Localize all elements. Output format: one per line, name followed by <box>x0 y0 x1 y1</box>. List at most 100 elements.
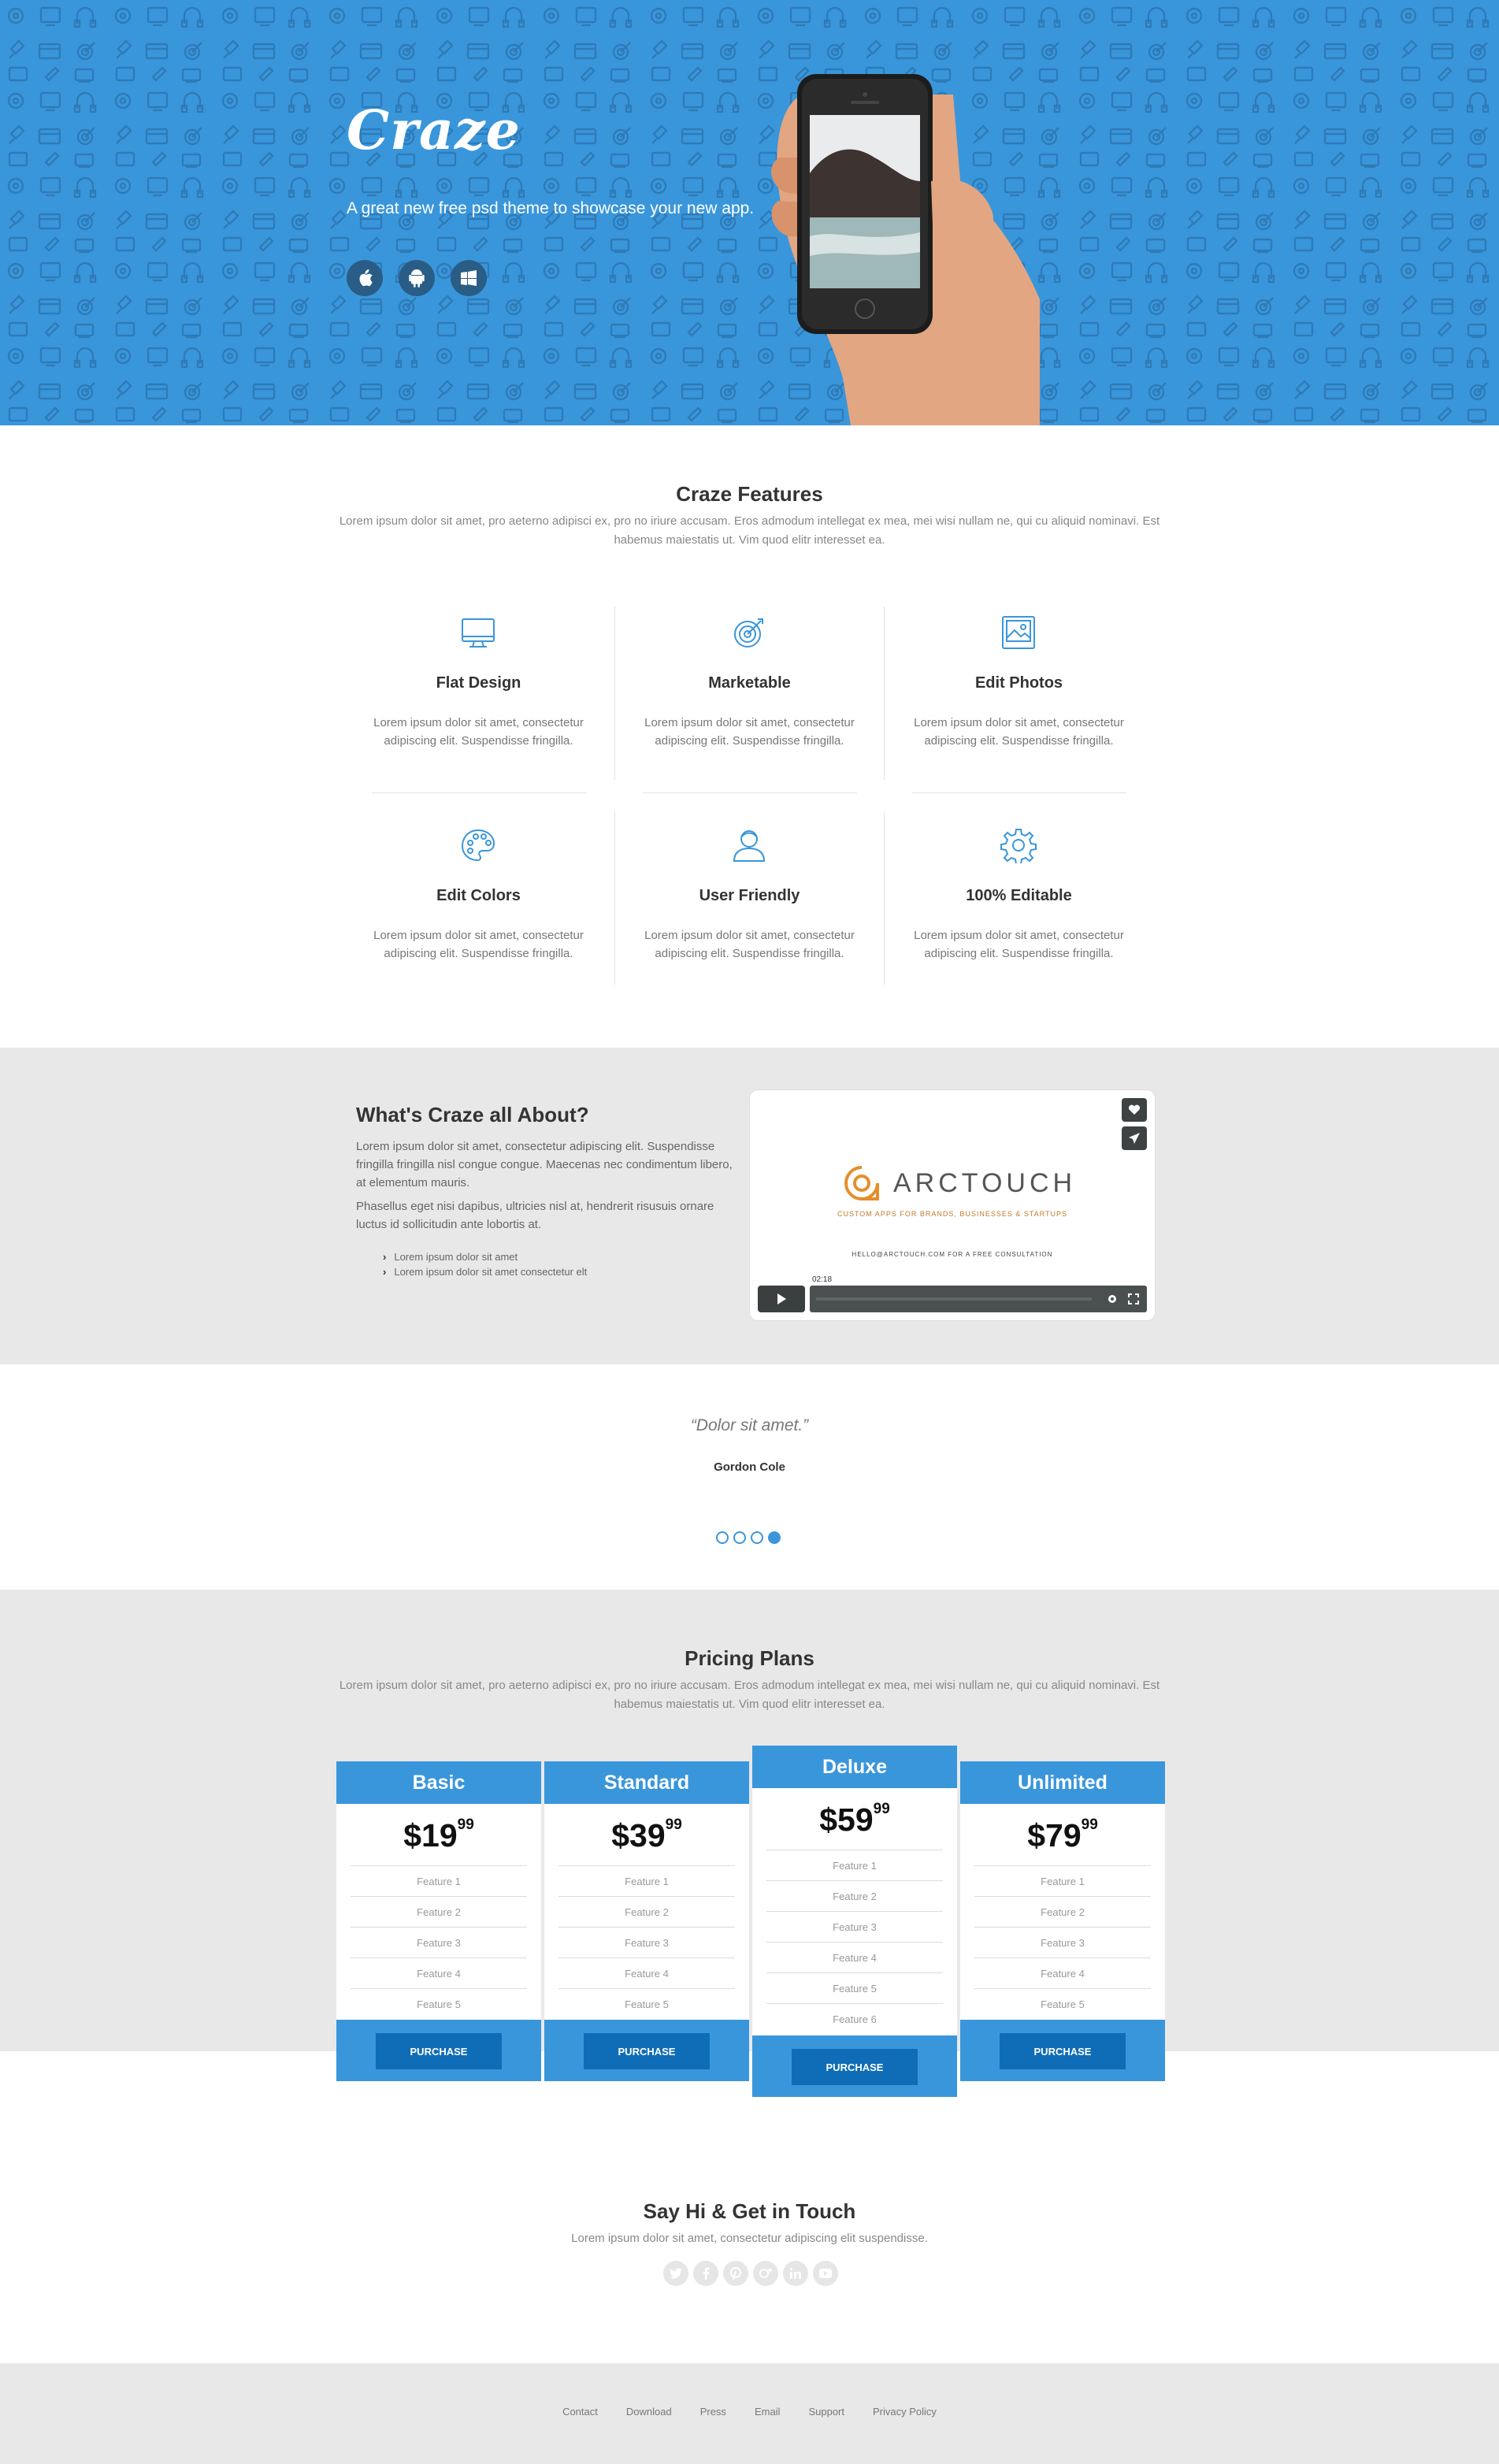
about-paragraph: Phasellus eget nisi dapibus, ultricies n… <box>356 1200 714 1231</box>
purchase-button[interactable]: PURCHASE <box>584 2033 710 2069</box>
site-footer: Contact Download Press Email Support Pri… <box>0 2363 1499 2464</box>
purchase-button[interactable]: PURCHASE <box>1000 2033 1126 2069</box>
google-plus-icon[interactable] <box>753 2261 778 2286</box>
user-icon <box>733 830 766 862</box>
footer-link-privacy-policy[interactable]: Privacy Policy <box>873 2406 937 2418</box>
android-icon[interactable] <box>399 260 435 296</box>
about-list: Lorem ipsum dolor sit amet Lorem ipsum d… <box>383 1249 587 1279</box>
monitor-icon <box>462 618 495 648</box>
plan-feature: Feature 4 <box>766 1942 943 1972</box>
feature-title: 100% Editable <box>966 887 1072 904</box>
pricing-plan-standard: Standard $3999 Feature 1 Feature 2 Featu… <box>544 1761 749 2081</box>
play-button[interactable] <box>758 1286 805 1312</box>
pricing-plan-basic: Basic $1999 Feature 1 Feature 2 Feature … <box>336 1761 541 2081</box>
plan-feature: Feature 3 <box>766 1911 943 1942</box>
plan-feature: Feature 1 <box>558 1865 735 1896</box>
windows-icon[interactable] <box>451 260 487 296</box>
plan-feature: Feature 4 <box>351 1957 527 1988</box>
plan-feature: Feature 4 <box>974 1957 1151 1988</box>
plan-price: $3999 <box>611 1816 682 1854</box>
plan-name: Basic <box>336 1761 541 1804</box>
site-logo[interactable]: Craze <box>347 99 521 162</box>
youtube-icon[interactable] <box>813 2261 838 2286</box>
plan-price: $1999 <box>403 1816 474 1854</box>
slider-dot[interactable] <box>716 1531 729 1544</box>
pricing-plan-deluxe: Deluxe $5999 Feature 1 Feature 2 Feature… <box>752 1746 957 2097</box>
plan-feature: Feature 4 <box>558 1957 735 1988</box>
pinterest-icon[interactable] <box>723 2261 748 2286</box>
features-subtitle: Lorem ipsum dolor sit amet, pro aeterno … <box>339 514 1160 547</box>
gear-icon <box>1000 829 1037 863</box>
video-player[interactable]: ARCTOUCH CUSTOM APPS FOR BRANDS, BUSINES… <box>750 1090 1155 1320</box>
like-button[interactable] <box>1122 1098 1147 1122</box>
about-section: What's Craze all About? Lorem ipsum dolo… <box>0 1048 1499 1364</box>
plan-price: $7999 <box>1027 1816 1098 1854</box>
purchase-button[interactable]: PURCHASE <box>376 2033 502 2069</box>
plan-name: Deluxe <box>752 1746 957 1788</box>
footer-link-press[interactable]: Press <box>700 2406 726 2418</box>
store-icons <box>347 260 487 296</box>
testimonial-author: Gordon Cole <box>714 1460 785 1474</box>
footer-link-download[interactable]: Download <box>626 2406 672 2418</box>
slider-dot[interactable] <box>733 1531 746 1544</box>
video-progress-bar[interactable]: 02:18 <box>810 1275 1147 1312</box>
feature-description: Lorem ipsum dolor sit amet, consectetur … <box>644 716 855 748</box>
footer-link-contact[interactable]: Contact <box>562 2406 598 2418</box>
plan-feature: Feature 6 <box>766 2003 943 2034</box>
plan-footer: PURCHASE <box>752 2035 957 2097</box>
linkedin-icon[interactable] <box>783 2261 808 2286</box>
video-email: HELLO@ARCTOUCH.COM FOR A FREE CONSULTATI… <box>852 1251 1053 1258</box>
plan-price: $5999 <box>819 1801 890 1838</box>
twitter-icon[interactable] <box>663 2261 688 2286</box>
slider-pagination <box>716 1531 781 1544</box>
contact-title: Say Hi & Get in Touch <box>643 2199 856 2223</box>
video-time: 02:18 <box>810 1275 835 1285</box>
footer-link-support[interactable]: Support <box>808 2406 844 2418</box>
plan-feature: Feature 1 <box>351 1865 527 1896</box>
plan-footer: PURCHASE <box>544 2020 749 2081</box>
social-links <box>663 2261 838 2286</box>
list-item: Lorem ipsum dolor sit amet consectetur e… <box>383 1264 587 1279</box>
fullscreen-icon[interactable] <box>1128 1293 1139 1304</box>
share-button[interactable] <box>1122 1126 1147 1150</box>
plan-footer: PURCHASE <box>960 2020 1165 2081</box>
plan-feature: Feature 2 <box>351 1896 527 1927</box>
plan-feature: Feature 5 <box>351 1988 527 2019</box>
feature-description: Lorem ipsum dolor sit amet, consectetur … <box>373 716 584 748</box>
plan-feature: Feature 2 <box>766 1880 943 1911</box>
feature-card: Marketable Lorem ipsum dolor sit amet, c… <box>614 599 885 772</box>
contact-subtitle: Lorem ipsum dolor sit amet, consectetur … <box>571 2232 928 2245</box>
feature-description: Lorem ipsum dolor sit amet, consectetur … <box>914 716 1124 748</box>
arctouch-logo-icon <box>844 1166 879 1200</box>
video-tagline: CUSTOM APPS FOR BRANDS, BUSINESSES & STA… <box>837 1210 1068 1218</box>
feature-description: Lorem ipsum dolor sit amet, consectetur … <box>644 929 855 960</box>
target-icon <box>734 618 763 648</box>
purchase-button[interactable]: PURCHASE <box>792 2049 918 2085</box>
facebook-icon[interactable] <box>693 2261 718 2286</box>
video-brand-name: ARCTOUCH <box>893 1167 1077 1198</box>
plan-feature: Feature 5 <box>974 1988 1151 2019</box>
footer-nav: Contact Download Press Email Support Pri… <box>0 2406 1499 2418</box>
image-icon <box>1002 616 1035 649</box>
slider-dot-active[interactable] <box>768 1531 781 1544</box>
plan-feature: Feature 2 <box>974 1896 1151 1927</box>
feature-title: Flat Design <box>436 674 521 692</box>
plan-feature: Feature 5 <box>766 1972 943 2003</box>
plan-name: Standard <box>544 1761 749 1804</box>
plan-name: Unlimited <box>960 1761 1165 1804</box>
apple-icon[interactable] <box>347 260 383 296</box>
footer-link-email[interactable]: Email <box>755 2406 781 2418</box>
feature-card: 100% Editable Lorem ipsum dolor sit amet… <box>884 811 1154 985</box>
plan-feature: Feature 3 <box>974 1927 1151 1957</box>
heart-icon <box>1128 1104 1141 1115</box>
feature-card: Flat Design Lorem ipsum dolor sit amet, … <box>343 599 614 772</box>
slider-dot[interactable] <box>751 1531 763 1544</box>
feature-title: Edit Photos <box>974 674 1063 692</box>
plan-feature: Feature 3 <box>558 1927 735 1957</box>
video-controls: 02:18 <box>758 1275 1147 1312</box>
hero-tagline: A great new free psd theme to showcase y… <box>347 199 755 217</box>
list-item: Lorem ipsum dolor sit amet <box>383 1249 587 1264</box>
palette-icon <box>461 829 495 862</box>
settings-icon[interactable] <box>1106 1293 1119 1305</box>
about-paragraph: Lorem ipsum dolor sit amet, consectetur … <box>356 1140 733 1189</box>
